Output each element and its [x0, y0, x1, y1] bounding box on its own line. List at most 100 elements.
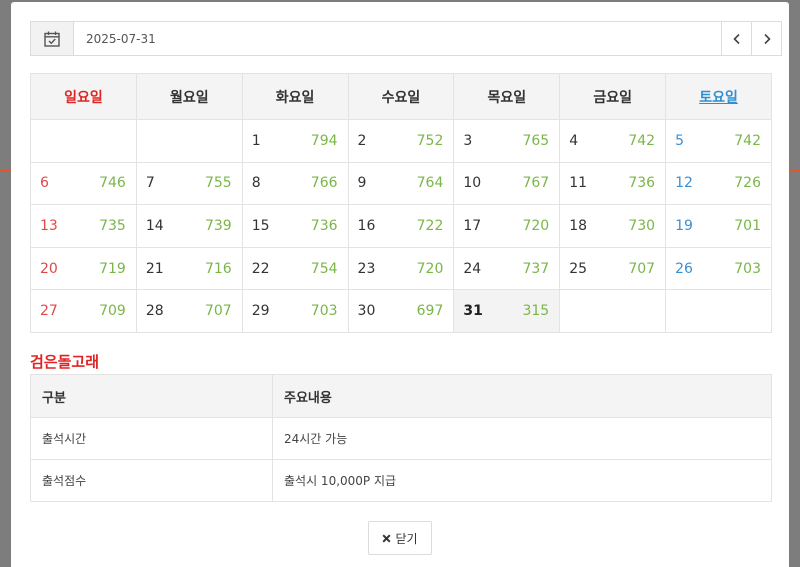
attendance-count: 767: [522, 175, 550, 192]
calendar-day-cell[interactable]: 6 746: [30, 161, 137, 206]
day-number: 19: [675, 217, 693, 234]
info-header-category: 구분: [30, 374, 273, 418]
calendar-day-cell[interactable]: 10 767: [453, 161, 561, 206]
calendar-day-cell[interactable]: 2 752: [347, 119, 455, 163]
calendar-day-cell[interactable]: 29 703: [241, 289, 349, 333]
calendar-day-cell[interactable]: 16 722: [347, 204, 455, 248]
day-number: 8: [251, 175, 261, 192]
close-button-label: 닫기: [395, 531, 418, 546]
attendance-count: 720: [416, 260, 444, 277]
day-number: 2: [357, 132, 367, 149]
weekday-sunday: 일요일: [30, 73, 137, 120]
next-month-button[interactable]: [751, 22, 781, 55]
day-number: 1: [251, 132, 261, 149]
day-number: 27: [40, 303, 58, 320]
attendance-count: 742: [628, 132, 656, 149]
calendar-week-row: 27 709 28 707 29 703 30 697 31 315: [30, 289, 772, 333]
date-navigation-bar: [30, 21, 782, 56]
attendance-modal: 일요일 월요일 화요일 수요일 목요일 금요일 토요일 179427523765…: [11, 2, 789, 567]
day-number: 4: [569, 132, 579, 149]
info-cell-content: 출석시 10,000P 지급: [272, 459, 772, 502]
calendar-day-cell[interactable]: 13 735: [30, 204, 137, 248]
calendar-day-cell[interactable]: 1 794: [241, 119, 349, 163]
day-number: 26: [675, 260, 693, 277]
calendar-empty-cell: [665, 289, 772, 333]
calendar-day-cell[interactable]: 8 766: [241, 161, 349, 206]
date-input[interactable]: [74, 22, 721, 55]
day-number: 9: [357, 175, 367, 192]
calendar-day-cell[interactable]: 21 716: [135, 246, 243, 291]
weekday-header-row: 일요일 월요일 화요일 수요일 목요일 금요일 토요일: [30, 73, 772, 120]
attendance-count: 716: [204, 260, 232, 277]
weekday-saturday[interactable]: 토요일: [665, 73, 772, 120]
calendar-day-cell[interactable]: 20 719: [30, 246, 137, 291]
day-number: 17: [463, 217, 482, 234]
day-number: 12: [675, 175, 693, 192]
attendance-count: 315: [522, 303, 550, 320]
day-number: 16: [357, 217, 376, 234]
attendance-count: 730: [628, 217, 656, 234]
attendance-count: 737: [522, 260, 550, 277]
calendar-day-cell[interactable]: 24 737: [453, 246, 561, 291]
weekday-friday: 금요일: [559, 73, 667, 120]
attendance-count: 726: [734, 175, 761, 192]
info-header-row: 구분 주요내용: [30, 374, 772, 418]
calendar-day-cell[interactable]: 18 730: [559, 204, 667, 248]
calendar-day-cell[interactable]: 3 765: [453, 119, 561, 163]
day-number: 5: [675, 132, 684, 149]
info-cell-category: 출석시간: [30, 417, 273, 460]
calendar-day-cell[interactable]: 15 736: [241, 204, 349, 248]
calendar-empty-cell: [559, 289, 667, 333]
day-number: 31: [463, 303, 483, 320]
calendar-day-cell[interactable]: 5 742: [665, 119, 772, 163]
day-number: 29: [251, 303, 270, 320]
attendance-count: 754: [310, 260, 338, 277]
close-button[interactable]: 닫기: [368, 521, 432, 555]
attendance-count: 764: [416, 175, 444, 192]
attendance-count: 707: [204, 303, 232, 320]
calendar-week-row: 1 794 2 752 3 765 4 742 5 742: [30, 119, 772, 163]
calendar-day-cell[interactable]: 4 742: [559, 119, 667, 163]
calendar-day-cell[interactable]: 7 755: [135, 161, 243, 206]
calendar-day-cell[interactable]: 26 703: [665, 246, 772, 291]
attendance-count: 742: [734, 132, 761, 149]
day-number: 7: [145, 175, 155, 192]
calendar-day-cell[interactable]: 27 709: [30, 289, 137, 333]
day-number: 28: [145, 303, 164, 320]
calendar-button[interactable]: [31, 22, 74, 55]
calendar-day-cell[interactable]: 9 764: [347, 161, 455, 206]
weekday-tuesday: 화요일: [241, 73, 349, 120]
attendance-calendar: 일요일 월요일 화요일 수요일 목요일 금요일 토요일 1 794 2 752 3 765…: [30, 73, 772, 333]
calendar-day-cell[interactable]: 23 720: [347, 246, 455, 291]
day-number: 20: [40, 260, 58, 277]
attendance-count: 697: [416, 303, 444, 320]
calendar-day-cell[interactable]: 28 707: [135, 289, 243, 333]
info-table: 구분 주요내용 출석시간 24시간 가능 출석점수 출석시 10,000P 지급: [30, 374, 772, 502]
day-number: 6: [40, 175, 49, 192]
calendar-day-cell[interactable]: 17 720: [453, 204, 561, 248]
attendance-count: 765: [522, 132, 550, 149]
attendance-count: 703: [734, 260, 761, 277]
attendance-count: 736: [628, 175, 656, 192]
calendar-day-cell[interactable]: 30 697: [347, 289, 455, 333]
attendance-count: 703: [310, 303, 338, 320]
prev-month-button[interactable]: [721, 22, 751, 55]
weekday-saturday-link[interactable]: 토요일: [699, 90, 738, 106]
calendar-day-cell[interactable]: 11 736: [559, 161, 667, 206]
calendar-day-cell[interactable]: 25 707: [559, 246, 667, 291]
calendar-week-row: 20 719 21 716 22 754 23 720 24 737 25 707 26 703: [30, 246, 772, 291]
chevron-left-icon: [732, 33, 740, 44]
day-number: 13: [40, 217, 58, 234]
calendar-day-cell[interactable]: 31 315: [453, 289, 561, 333]
calendar-day-cell[interactable]: 22 754: [241, 246, 349, 291]
attendance-count: 709: [99, 303, 126, 320]
day-number: 22: [251, 260, 270, 277]
calendar-day-cell[interactable]: 19 701: [665, 204, 772, 248]
day-number: 30: [357, 303, 376, 320]
calendar-day-cell[interactable]: 12 726: [665, 161, 772, 206]
close-icon: [382, 533, 391, 543]
day-number: 3: [463, 132, 473, 149]
calendar-day-cell[interactable]: 14 739: [135, 204, 243, 248]
calendar-empty-cell: [135, 119, 243, 163]
info-cell-category: 출석점수: [30, 459, 273, 502]
